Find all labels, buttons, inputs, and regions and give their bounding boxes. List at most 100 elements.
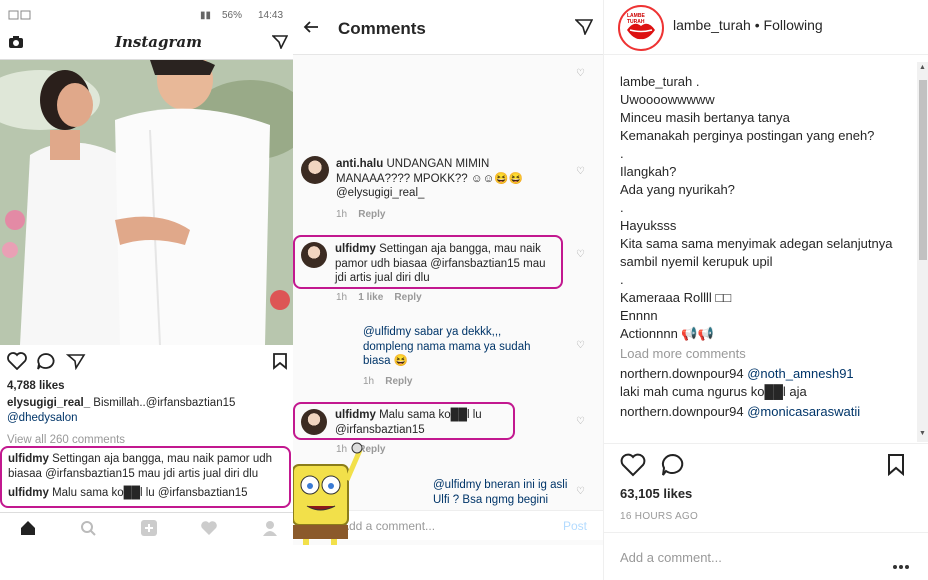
highlighted-comment-1: ulfidmy Settingan aja bangga, mau naik p… xyxy=(8,452,286,482)
comment-mention[interactable]: @noth_amnesh91 xyxy=(747,366,853,381)
like-heart-icon[interactable] xyxy=(620,453,646,477)
direct-message-icon[interactable] xyxy=(272,35,288,49)
comment-username[interactable]: ulfidmy xyxy=(335,243,376,255)
add-comment-field[interactable]: Add a comment... xyxy=(620,549,722,567)
home-icon[interactable] xyxy=(20,520,36,536)
comment-likes[interactable]: 1 like xyxy=(358,292,383,303)
caption-line: Ilangkah? xyxy=(620,164,677,179)
comment-text: @ulfidmy bneran ini ig asli Ulfi ? Bsa n… xyxy=(433,479,568,506)
caption-line: Minceu masih bertanya tanya xyxy=(620,110,790,125)
caption-username-line: lambe_turah . xyxy=(620,74,700,89)
caption-line: . xyxy=(620,200,624,215)
post-actions xyxy=(0,348,293,378)
reply-button[interactable]: Reply xyxy=(358,209,385,220)
comment-username[interactable]: northern.downpour94 xyxy=(620,404,744,419)
comment-username[interactable]: ulfidmy xyxy=(8,487,49,499)
profile-avatar[interactable]: LAMBE TURAH xyxy=(618,5,664,51)
search-icon[interactable] xyxy=(80,520,96,536)
battery-percent: 56% xyxy=(222,10,243,21)
avatar[interactable] xyxy=(301,409,327,435)
post-header: LAMBE TURAH lambe_turah • Following xyxy=(604,0,928,55)
caption-tag[interactable]: @dhedysalon xyxy=(7,412,78,424)
more-options-icon[interactable] xyxy=(892,556,910,574)
caption-block: lambe_turah . Uwoooowwwww Minceu masih b… xyxy=(620,73,912,421)
comment-username[interactable]: ulfidmy xyxy=(8,453,49,465)
divider xyxy=(604,443,928,444)
lips-logo-icon xyxy=(627,23,655,40)
avatar[interactable] xyxy=(301,156,329,184)
clock: 14:43 xyxy=(258,10,284,21)
instagram-logo: Instagram xyxy=(115,33,202,51)
comment-ulfidmy-1: ulfidmy Settingan aja bangga, mau naik p… xyxy=(335,242,555,286)
share-icon[interactable] xyxy=(66,352,86,370)
reply-comment-1: @ulfidmy sabar ya dekkk,,, dompleng nama… xyxy=(363,325,543,369)
comment-bubble-icon[interactable] xyxy=(660,453,686,477)
avatar[interactable] xyxy=(301,242,327,268)
sponge-cartoon-sticker xyxy=(293,442,363,545)
comment-anti-halu: anti.halu UNDANGAN MIMIN MANAAA???? MPOK… xyxy=(336,157,531,201)
bookmark-icon[interactable] xyxy=(272,352,288,370)
highlighted-comment-2: ulfidmy Malu sama ko██l lu @irfansbaztia… xyxy=(8,486,286,501)
comment-like-icon[interactable]: ♡ xyxy=(576,340,585,351)
comment-time: 1h xyxy=(336,292,348,303)
comment-meta: 1h Reply xyxy=(336,209,385,220)
caption-text: Bismillah..@irfansbaztian15 xyxy=(90,397,236,409)
highlighted-comments-box: ulfidmy Settingan aja bangga, mau naik p… xyxy=(0,446,291,508)
caption-username[interactable]: elysugigi_real_ xyxy=(7,397,90,409)
instagram-header: Instagram xyxy=(0,26,293,60)
load-more-comments[interactable]: Load more comments xyxy=(620,345,912,363)
notification-icons xyxy=(8,10,32,23)
signal-icon: ▮▮ xyxy=(200,10,212,21)
back-arrow-icon[interactable] xyxy=(303,20,319,34)
couple-photo xyxy=(0,60,293,345)
comment-like-icon[interactable]: ♡ xyxy=(576,416,585,427)
header-line: lambe_turah • Following xyxy=(673,16,823,34)
comment-username[interactable]: anti.halu xyxy=(336,158,383,170)
reply-button[interactable]: Reply xyxy=(385,376,412,387)
caption-line: Uwoooowwwww xyxy=(620,92,715,107)
heart-icon[interactable] xyxy=(7,352,27,370)
likes-count[interactable]: 63,105 likes xyxy=(620,485,692,503)
caption-username[interactable]: lambe_turah xyxy=(620,74,692,89)
caption-line: Actionnnn 📢📢 xyxy=(620,326,714,341)
caption-line: Kameraaa Rollll □□ xyxy=(620,290,732,305)
following-button[interactable]: Following xyxy=(764,17,823,33)
post-photo xyxy=(0,60,293,345)
comments-title: Comments xyxy=(338,19,426,38)
comment-meta: 1h Reply xyxy=(363,376,412,387)
post-button[interactable]: Post xyxy=(563,519,587,533)
bottom-nav xyxy=(0,512,293,542)
comment-like-icon[interactable]: ♡ xyxy=(576,166,585,177)
camera-icon[interactable] xyxy=(8,35,24,49)
header-separator: • xyxy=(754,17,760,33)
comment-time: 1h xyxy=(336,209,348,220)
caption-line: . xyxy=(620,146,624,161)
comment-mention[interactable]: @monicasaraswatii xyxy=(747,404,860,419)
comments-scrollbar[interactable]: ▲ ▼ xyxy=(917,62,928,442)
screenshot-comments-view: Comments ♡ anti.halu UNDANGAN MIMIN MANA… xyxy=(293,0,603,545)
comment-like-icon[interactable]: ♡ xyxy=(576,68,585,79)
direct-message-icon[interactable] xyxy=(575,19,593,35)
comment-username[interactable]: ulfidmy xyxy=(335,409,376,421)
comment-icon[interactable] xyxy=(36,352,56,370)
comment-northern-2: northern.downpour94 @monicasaraswatii xyxy=(620,403,912,421)
caption-line: Kita sama sama menyimak adegan selanjutn… xyxy=(620,236,893,269)
scroll-up-arrow[interactable]: ▲ xyxy=(919,64,926,71)
scrollbar-thumb[interactable] xyxy=(919,80,927,260)
comment-username[interactable]: northern.downpour94 xyxy=(620,366,744,381)
add-post-icon[interactable] xyxy=(140,519,158,537)
comment-northern-1: northern.downpour94 @noth_amnesh91 xyxy=(620,365,912,383)
activity-heart-icon[interactable] xyxy=(200,520,218,536)
comment-like-icon[interactable]: ♡ xyxy=(576,249,585,260)
comment-text: Malu sama ko██l lu @irfansbaztian15 xyxy=(48,487,248,499)
comments-header: Comments xyxy=(293,0,603,55)
reply-button[interactable]: Reply xyxy=(394,292,421,303)
comment-like-icon[interactable]: ♡ xyxy=(576,486,585,497)
scroll-down-arrow[interactable]: ▼ xyxy=(919,430,926,437)
caption-line: . xyxy=(620,272,624,287)
header-username[interactable]: lambe_turah xyxy=(673,17,751,33)
comment-text: @ulfidmy sabar ya dekkk,,, dompleng nama… xyxy=(363,326,531,367)
reply-comment-2: @ulfidmy bneran ini ig asli Ulfi ? Bsa n… xyxy=(433,478,573,507)
save-bookmark-icon[interactable] xyxy=(886,453,906,477)
profile-icon[interactable] xyxy=(262,520,278,536)
